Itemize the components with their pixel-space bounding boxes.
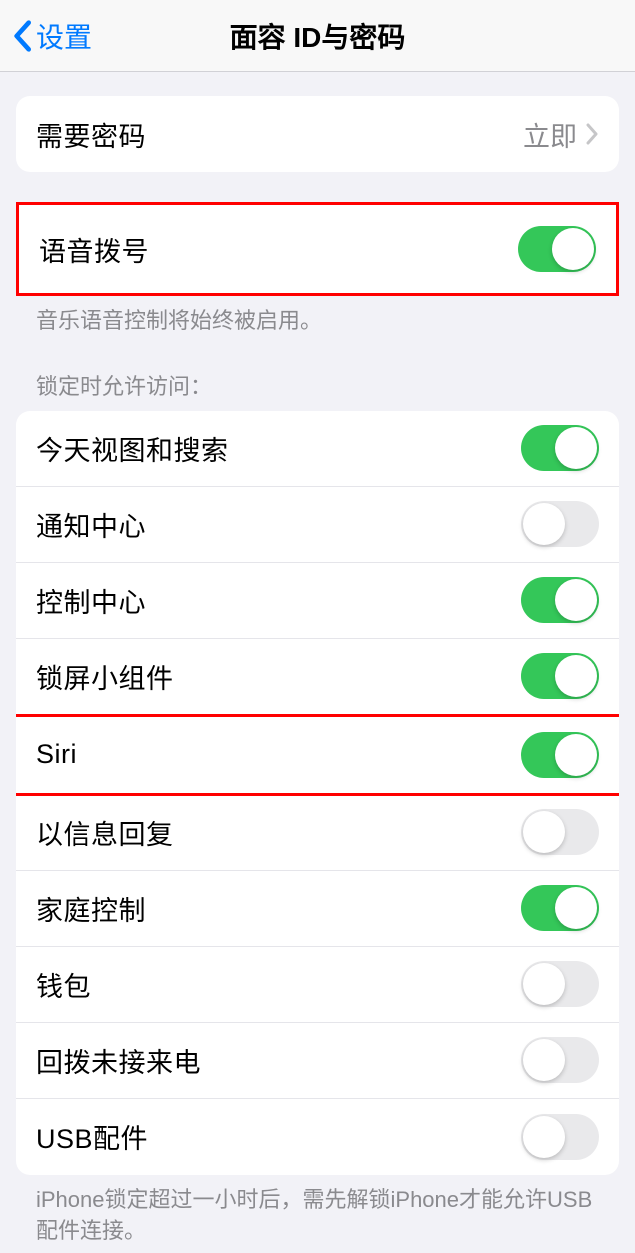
lock-access-row: 以信息回复 [16,795,619,871]
back-button[interactable]: 设置 [0,16,92,56]
voice-dial-row: 语音拨号 [19,205,616,293]
lock-access-row: 钱包 [16,947,619,1023]
lock-access-item-toggle[interactable] [521,885,599,931]
lock-access-item-toggle[interactable] [521,732,599,778]
lock-access-item-toggle[interactable] [521,1037,599,1083]
require-passcode-label: 需要密码 [36,115,146,154]
lock-access-item-label: 钱包 [36,965,91,1004]
lock-access-item-toggle[interactable] [521,1114,599,1160]
lock-access-item-label: 回拨未接来电 [36,1041,201,1080]
lock-access-row: 家庭控制 [16,871,619,947]
lock-access-item-label: 控制中心 [36,581,146,620]
voice-dial-footer: 音乐语音控制将始终被启用。 [16,296,619,337]
lock-access-row: 控制中心 [16,563,619,639]
lock-access-item-label: 家庭控制 [36,889,146,928]
lock-access-row: Siri [16,717,619,793]
chevron-left-icon [12,20,32,52]
back-label: 设置 [36,16,92,56]
lock-access-item-toggle[interactable] [521,961,599,1007]
chevron-right-icon [585,122,599,146]
lock-access-row: USB配件 [16,1099,619,1175]
lock-access-item-toggle[interactable] [521,577,599,623]
passcode-group: 需要密码 立即 [16,96,619,172]
lock-access-row-highlight: Siri [16,714,619,796]
lock-access-footer: iPhone锁定超过一小时后，需先解锁iPhone才能允许USB配件连接。 [16,1175,619,1247]
lock-access-item-label: Siri [36,739,77,770]
lock-access-item-label: 通知中心 [36,505,146,544]
lock-access-item-toggle[interactable] [521,501,599,547]
lock-access-row: 今天视图和搜索 [16,411,619,487]
lock-access-item-label: 锁屏小组件 [36,657,174,696]
voice-dial-label: 语音拨号 [39,230,149,269]
lock-access-item-toggle[interactable] [521,425,599,471]
lock-access-row: 回拨未接来电 [16,1023,619,1099]
voice-dial-toggle[interactable] [518,226,596,272]
lock-access-row: 通知中心 [16,487,619,563]
voice-dial-highlight: 语音拨号 [16,202,619,296]
navigation-bar: 设置 面容 ID与密码 [0,0,635,72]
page-title: 面容 ID与密码 [0,16,635,56]
lock-access-row: 锁屏小组件 [16,639,619,715]
lock-access-group: 今天视图和搜索通知中心控制中心锁屏小组件 Siri 以信息回复家庭控制钱包回拨未接来… [16,411,619,1175]
require-passcode-row[interactable]: 需要密码 立即 [16,96,619,172]
lock-access-item-toggle[interactable] [521,809,599,855]
lock-access-item-toggle[interactable] [521,653,599,699]
lock-access-item-label: 今天视图和搜索 [36,429,229,468]
require-passcode-value: 立即 [523,115,577,154]
require-passcode-value-wrap: 立即 [523,115,599,154]
lock-access-item-label: USB配件 [36,1117,148,1156]
content-area: 需要密码 立即 语音拨号 音乐语音控制将始终被启用。 锁定时允许访问： [0,96,635,1246]
lock-access-header: 锁定时允许访问： [16,369,619,411]
lock-access-item-label: 以信息回复 [36,813,174,852]
